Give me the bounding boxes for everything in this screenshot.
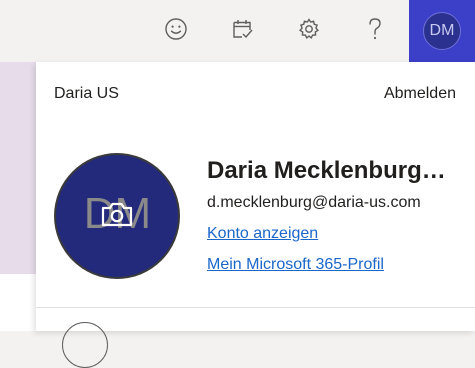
user-display-name: Daria Mecklenburg… [207,157,446,184]
my-day-button[interactable] [219,0,265,58]
help-button[interactable] [352,0,398,58]
calendar-check-icon [230,17,254,41]
feedback-button[interactable] [153,0,199,58]
account-flyout: Daria US Abmelden DM Daria Mecklenburg… … [36,62,475,368]
question-icon [364,16,386,42]
signout-button[interactable]: Abmelden [384,85,456,103]
m365-profile-link[interactable]: Mein Microsoft 365-Profil [207,256,384,274]
smiley-icon [164,17,188,41]
change-photo-button[interactable]: DM [56,155,178,277]
user-email: d.mecklenburg@daria-us.com [207,194,421,211]
view-account-link[interactable]: Konto anzeigen [207,225,318,243]
organization-name: Daria US [54,85,119,102]
settings-button[interactable] [286,0,332,58]
page-background [0,62,36,274]
account-manager-button[interactable]: DM [409,0,475,62]
secondary-account-avatar[interactable] [62,322,108,368]
divider [36,307,475,308]
avatar: DM [423,12,461,50]
camera-icon [100,200,134,233]
gear-icon [297,17,321,41]
page-background-lower [0,274,36,331]
top-header-bar: DM [0,0,475,62]
